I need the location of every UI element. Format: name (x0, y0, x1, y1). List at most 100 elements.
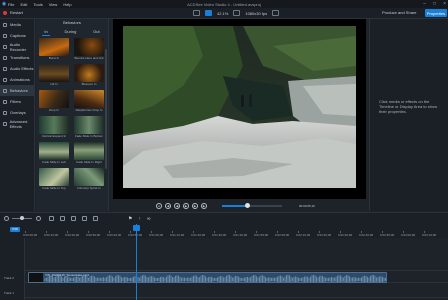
sidebar-item-behaviors[interactable]: Behaviors (0, 85, 34, 96)
timeline-zoom-slider[interactable] (12, 216, 32, 220)
pointer-tool-icon[interactable] (193, 10, 200, 16)
tab-out[interactable]: Out (91, 28, 101, 35)
playhead[interactable] (136, 224, 137, 300)
sidebar-item-transitions[interactable]: Transitions (0, 52, 34, 63)
minimize-icon[interactable]: – (423, 1, 426, 7)
behavior-label: Bounce Here and Out (74, 56, 104, 60)
link-icon[interactable]: ∞ (147, 216, 151, 222)
behavior-item[interactable]: Fade Slide In Right (74, 142, 104, 165)
split-icon[interactable] (82, 216, 87, 221)
properties-button[interactable]: Properties (425, 9, 447, 17)
sidebar-item-media[interactable]: Media (0, 19, 34, 30)
behavior-thumbnail (39, 38, 69, 56)
menu-tools[interactable]: Tools (33, 2, 42, 7)
ruler-tick-label: 0:02:10;00 (296, 233, 311, 237)
skip-end-icon[interactable]: ▶ (201, 203, 207, 209)
behavior-thumbnail (74, 116, 104, 134)
delete-icon[interactable] (93, 216, 98, 221)
zoom-select[interactable]: 42.1% (217, 11, 228, 16)
behavior-item[interactable]: Vertical Expand In (39, 116, 69, 139)
caption-icon (3, 33, 7, 38)
snap-icon[interactable]: ↑ (138, 216, 141, 222)
zoom-in-icon[interactable] (36, 216, 41, 221)
play-icon[interactable]: ▶ (183, 203, 189, 209)
menu-view[interactable]: View (49, 2, 58, 7)
playhead-handle[interactable] (133, 225, 140, 231)
step-forward-icon[interactable]: ▶ (192, 203, 198, 209)
fit-icon[interactable] (233, 10, 241, 16)
sidebar-item-advanced-effects[interactable]: Advanced Effects (0, 118, 34, 129)
resolution-select[interactable]: 1080x30 fps (245, 11, 267, 16)
zoom-out-icon[interactable] (4, 216, 9, 221)
record-icon (3, 10, 7, 15)
timecode: 00:00:05;10 (299, 204, 315, 208)
sidebar-item-filters[interactable]: Filters (0, 96, 34, 107)
sidebar-item-audio-recorder[interactable]: Audio Recorder (0, 41, 34, 52)
sidebar-item-captions[interactable]: Captions (0, 30, 34, 41)
camera-icon[interactable]: ● (156, 203, 162, 209)
sidebar-item-label: Advanced Effects (9, 118, 28, 129)
behavior-item[interactable]: Fade Slide In Top (39, 168, 69, 191)
ruler-tick-label: 0:02:40;00 (359, 233, 374, 237)
preview-area (110, 19, 368, 211)
behavior-item[interactable]: Bounce Here and Out (74, 38, 104, 61)
menu-edit[interactable]: Edit (20, 2, 27, 7)
track-label: Track 1 (4, 291, 14, 295)
fullscreen-icon[interactable] (272, 10, 280, 16)
produce-and-share-button[interactable]: Produce and Share (382, 10, 416, 15)
step-back-icon[interactable]: ◀ (174, 203, 180, 209)
track-add-button[interactable]: 0:00 (10, 227, 20, 232)
menu-file[interactable]: File (8, 2, 14, 7)
undo-icon[interactable] (60, 216, 65, 221)
window-controls: – □ × (423, 0, 446, 8)
behavior-item[interactable]: Drop In (39, 90, 69, 113)
scrubber-knob[interactable] (245, 203, 251, 208)
behavior-label: Raspberries Drop In (75, 108, 103, 112)
sidebar-item-animations[interactable]: Animations (0, 74, 34, 85)
ruler-tick-label: 0:00:40;00 (107, 233, 122, 237)
timeline-ruler[interactable]: 0:00 0:00:00;00 0:00:10;00 0:00:20;00 0:00:… (0, 224, 448, 238)
track-row[interactable] (25, 285, 448, 298)
menu-help[interactable]: Help (63, 2, 71, 7)
marker-icon[interactable]: ⚑ (128, 216, 132, 222)
behavior-label: Blossom In (81, 82, 97, 86)
track-row[interactable]: VID_20230115_SunsetLake.mp4 (25, 270, 448, 283)
behavior-label: Burst In (48, 56, 60, 60)
sidebar-item-overlays[interactable]: Overlays (0, 107, 34, 118)
playback-controls: ● ◀ ◀ ▶ ▶ ▶ 00:00:05;10 (110, 200, 368, 212)
tab-during[interactable]: During (63, 28, 79, 35)
behavior-item[interactable]: Raspberries Drop In (74, 90, 104, 113)
close-icon[interactable]: × (443, 1, 446, 7)
ruler-tick-label: 0:01:10;00 (170, 233, 185, 237)
ruler-tick-label: 0:00:00;00 (23, 233, 38, 237)
cut-icon[interactable] (49, 216, 54, 221)
behavior-item[interactable]: Filmstrip Spiral In (74, 168, 104, 191)
behavior-item[interactable]: Lift In (39, 64, 69, 87)
sidebar-item-audio-effects[interactable]: Audio Effects (0, 63, 34, 74)
redo-icon[interactable] (71, 216, 76, 221)
zoom-knob[interactable] (20, 216, 24, 220)
behavior-item[interactable]: Fade Slide In Left (39, 142, 69, 165)
panel-scrollbar[interactable] (105, 49, 107, 169)
restart-button[interactable]: Restart (3, 10, 23, 15)
behavior-item[interactable]: Fade Slide In Bottom (74, 116, 104, 139)
video-canvas[interactable] (113, 19, 366, 199)
playback-scrubber[interactable] (222, 203, 282, 208)
behavior-label: Lift In (50, 82, 58, 86)
overlay-icon (3, 110, 7, 115)
tab-in[interactable]: In (42, 28, 50, 36)
behaviors-panel: Behaviors In During Out Burst In Bounce H… (36, 19, 109, 211)
skip-start-icon[interactable]: ◀ (165, 203, 171, 209)
maximize-icon[interactable]: □ (433, 1, 436, 7)
waveform-path (44, 274, 386, 282)
behavior-item[interactable]: Blossom In (74, 64, 104, 87)
transition-icon (3, 55, 7, 60)
pan-tool-icon[interactable] (205, 10, 212, 16)
sidebar: Media Captions Audio Recorder Transition… (0, 19, 35, 211)
behavior-thumbnail (74, 38, 104, 56)
timeline-clip[interactable]: VID_20230115_SunsetLake.mp4 (28, 272, 387, 283)
sidebar-item-label: Overlays (10, 110, 26, 115)
behavior-thumbnail (74, 64, 104, 82)
behavior-item[interactable]: Burst In (39, 38, 69, 61)
video-frame-image (123, 26, 356, 188)
